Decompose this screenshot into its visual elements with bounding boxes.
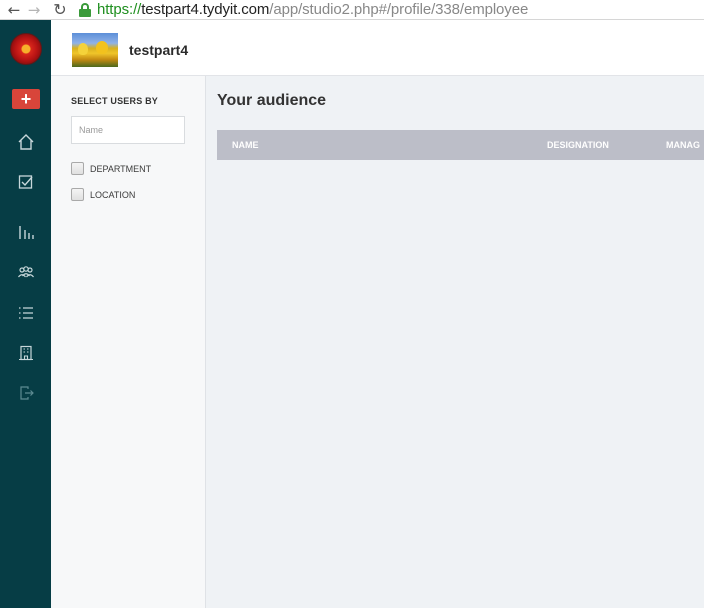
filter-title: SELECT USERS BY (71, 96, 159, 106)
page-title: Your audience (217, 92, 327, 109)
back-arrow-icon[interactable]: ← (4, 0, 24, 20)
list-icon[interactable] (15, 302, 37, 324)
tasks-icon[interactable] (15, 171, 37, 193)
department-label: DEPARTMENT (90, 163, 152, 174)
column-header-name[interactable]: NAME (232, 140, 259, 150)
logout-icon[interactable] (15, 382, 37, 404)
building-icon[interactable] (15, 342, 37, 364)
forward-arrow-icon[interactable]: → (24, 0, 44, 20)
url-path: /app/studio2.php#/profile/338/employee (269, 1, 529, 18)
user-avatar[interactable] (10, 33, 42, 65)
people-icon[interactable] (15, 261, 37, 283)
top-header: testpart4 (51, 20, 704, 76)
department-filter-option[interactable]: DEPARTMENT (71, 162, 151, 175)
add-button[interactable]: + (12, 89, 40, 109)
lock-icon (79, 2, 91, 17)
column-header-manager[interactable]: MANAG (666, 140, 700, 150)
icon-sidebar: + (0, 20, 51, 608)
url-host: testpart4.tydyit.com (141, 1, 270, 18)
location-checkbox[interactable] (71, 188, 84, 201)
location-filter-option[interactable]: LOCATION (71, 188, 135, 201)
name-search-input[interactable] (71, 116, 185, 144)
brand-logo-image (72, 33, 118, 67)
browser-address-bar: ← → ↻ https://testpart4.tydyit.com/app/s… (0, 0, 704, 20)
chart-icon[interactable] (15, 221, 37, 243)
url-field[interactable]: https://testpart4.tydyit.com/app/studio2… (97, 1, 528, 18)
reload-icon[interactable]: ↻ (50, 0, 70, 20)
home-icon[interactable] (15, 131, 37, 153)
location-label: LOCATION (90, 189, 136, 200)
audience-table-header: NAME DESIGNATION MANAG (217, 130, 704, 160)
audience-content: Your audience NAME DESIGNATION MANAG (206, 76, 704, 608)
department-checkbox[interactable] (71, 162, 84, 175)
brand-name: testpart4 (129, 42, 189, 58)
url-scheme: https:// (97, 1, 142, 18)
user-filter-panel: SELECT USERS BY DEPARTMENT LOCATION (51, 76, 206, 608)
column-header-designation[interactable]: DESIGNATION (547, 140, 609, 150)
